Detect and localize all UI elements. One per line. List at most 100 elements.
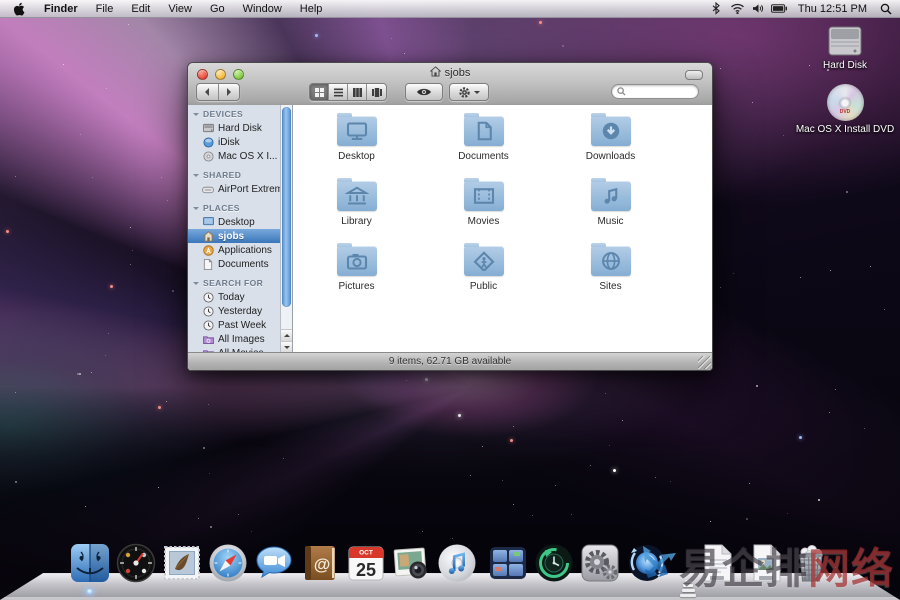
menu-item-go[interactable]: Go bbox=[201, 0, 234, 17]
sidebar-item-desktop[interactable]: Desktop bbox=[188, 215, 280, 229]
toolbar-toggle-capsule[interactable] bbox=[685, 70, 703, 80]
volume-menu-icon[interactable] bbox=[750, 1, 767, 16]
folder-documents[interactable]: Documents bbox=[420, 111, 547, 176]
disclosure-triangle-icon bbox=[193, 207, 199, 213]
folder-label: Desktop bbox=[338, 151, 375, 162]
dock-item-trash[interactable] bbox=[791, 543, 831, 583]
sidebar-section-shared[interactable]: SHARED bbox=[188, 168, 280, 182]
sidebar-item-today[interactable]: Today bbox=[188, 290, 280, 304]
search-input[interactable] bbox=[611, 84, 699, 99]
back-button[interactable] bbox=[197, 84, 219, 100]
dock-item-ical[interactable]: OCT25OCT25 bbox=[346, 543, 386, 583]
dock-item-software-update[interactable] bbox=[627, 543, 667, 583]
icon-view-button[interactable] bbox=[310, 84, 329, 100]
dock-item-mail[interactable] bbox=[162, 543, 202, 583]
disclosure-triangle-icon bbox=[193, 282, 199, 288]
quicklook-button[interactable] bbox=[405, 83, 443, 101]
folder-public[interactable]: Public bbox=[420, 241, 547, 306]
gear-icon bbox=[458, 86, 471, 99]
dock-item-finder[interactable] bbox=[70, 543, 110, 583]
sidebar-scrollbar-thumb[interactable] bbox=[282, 107, 291, 307]
window-header[interactable]: sjobs bbox=[188, 63, 712, 106]
back-icon bbox=[205, 88, 209, 96]
menu-item-finder[interactable]: Finder bbox=[35, 0, 87, 17]
dock-item-iphoto[interactable] bbox=[391, 543, 431, 583]
star bbox=[425, 378, 428, 381]
star bbox=[198, 518, 199, 519]
dock-item-spaces[interactable] bbox=[488, 543, 528, 583]
menu-bar-clock[interactable]: Thu 12:51 PM bbox=[792, 3, 873, 15]
desktop-icon-install-dvd[interactable]: DVDMac OS X Install DVD bbox=[790, 84, 900, 135]
applications-icon bbox=[202, 244, 214, 256]
sidebar-item-yesterday[interactable]: Yesterday bbox=[188, 304, 280, 318]
list-view-button[interactable] bbox=[329, 84, 348, 100]
ichat-icon bbox=[254, 543, 294, 583]
folder-music[interactable]: Music bbox=[547, 176, 674, 241]
desktop-icon-hard-disk[interactable]: Hard Disk bbox=[790, 25, 900, 71]
dock-item-documents-stack[interactable] bbox=[697, 543, 737, 583]
star bbox=[79, 373, 81, 375]
resize-grip[interactable] bbox=[698, 356, 711, 369]
folder-label: Pictures bbox=[338, 281, 374, 292]
apple-menu[interactable] bbox=[0, 2, 35, 16]
dock-item-system-preferences[interactable] bbox=[580, 543, 620, 583]
menu-item-help[interactable]: Help bbox=[291, 0, 332, 17]
sidebar-section-search-for[interactable]: SEARCH FOR bbox=[188, 276, 280, 290]
menu-item-view[interactable]: View bbox=[159, 0, 201, 17]
dock-divider[interactable] bbox=[677, 576, 699, 598]
star bbox=[172, 290, 174, 292]
sidebar-item-airport-extreme[interactable]: AirPort Extreme bbox=[188, 182, 280, 196]
battery-menu-icon[interactable] bbox=[771, 1, 788, 16]
coverflow-view-button[interactable] bbox=[367, 84, 386, 100]
scroll-up-button[interactable] bbox=[280, 329, 292, 341]
forward-button[interactable] bbox=[219, 84, 240, 100]
sidebar-item-sjobs[interactable]: sjobs bbox=[188, 229, 292, 243]
sidebar-item-documents[interactable]: Documents bbox=[188, 257, 280, 271]
bluetooth-menu-icon[interactable] bbox=[708, 1, 725, 16]
dock-item-safari[interactable] bbox=[208, 543, 248, 583]
sidebar-item-mac-os-x-i-[interactable]: Mac OS X I... bbox=[188, 149, 280, 163]
status-text: 9 items, 62.71 GB available bbox=[389, 356, 511, 367]
sidebar-section-places[interactable]: PLACES bbox=[188, 201, 280, 215]
folder-pictures[interactable]: Pictures bbox=[293, 241, 420, 306]
star bbox=[571, 514, 572, 515]
sidebar-item-all-images[interactable]: All Images bbox=[188, 332, 280, 346]
star bbox=[756, 385, 758, 387]
sidebar-item-idisk[interactable]: iDisk bbox=[188, 135, 280, 149]
window-title-text: sjobs bbox=[445, 67, 471, 79]
folder-label: Public bbox=[470, 281, 497, 292]
folder-library[interactable]: Library bbox=[293, 176, 420, 241]
action-menu-button[interactable] bbox=[449, 83, 489, 101]
star bbox=[846, 191, 848, 193]
folder-icon bbox=[464, 246, 504, 276]
dashboard-icon bbox=[116, 543, 156, 583]
spotlight-icon[interactable] bbox=[877, 1, 894, 16]
sidebar-item-applications[interactable]: Applications bbox=[188, 243, 280, 257]
sidebar-section-devices[interactable]: DEVICES bbox=[188, 107, 280, 121]
folder-sites[interactable]: Sites bbox=[547, 241, 674, 306]
folder-icon bbox=[464, 181, 504, 211]
sidebar-item-past-week[interactable]: Past Week bbox=[188, 318, 280, 332]
sidebar-scrollbar[interactable] bbox=[280, 105, 292, 353]
star bbox=[283, 458, 284, 459]
wifi-menu-icon[interactable] bbox=[729, 1, 746, 16]
dock-item-downloads-stack[interactable] bbox=[746, 543, 786, 583]
sidebar-list: DEVICESHard DiskiDiskMac OS X I... SHARED… bbox=[188, 107, 280, 353]
dock-item-address-book[interactable]: @@ bbox=[300, 543, 340, 583]
star bbox=[203, 447, 205, 449]
menu-item-window[interactable]: Window bbox=[234, 0, 291, 17]
folder-movies[interactable]: Movies bbox=[420, 176, 547, 241]
folder-downloads[interactable]: Downloads bbox=[547, 111, 674, 176]
star bbox=[458, 414, 461, 417]
column-view-button[interactable] bbox=[348, 84, 367, 100]
folder-desktop[interactable]: Desktop bbox=[293, 111, 420, 176]
dock-item-time-machine[interactable] bbox=[534, 543, 574, 583]
idisk-sphere-icon bbox=[202, 136, 214, 148]
sidebar-item-hard-disk[interactable]: Hard Disk bbox=[188, 121, 280, 135]
menu-item-edit[interactable]: Edit bbox=[122, 0, 159, 17]
dock-item-dashboard[interactable] bbox=[116, 543, 156, 583]
dock-item-itunes[interactable] bbox=[437, 543, 477, 583]
menu-item-file[interactable]: File bbox=[87, 0, 123, 17]
dock-item-ichat[interactable] bbox=[254, 543, 294, 583]
forward-icon bbox=[227, 88, 231, 96]
